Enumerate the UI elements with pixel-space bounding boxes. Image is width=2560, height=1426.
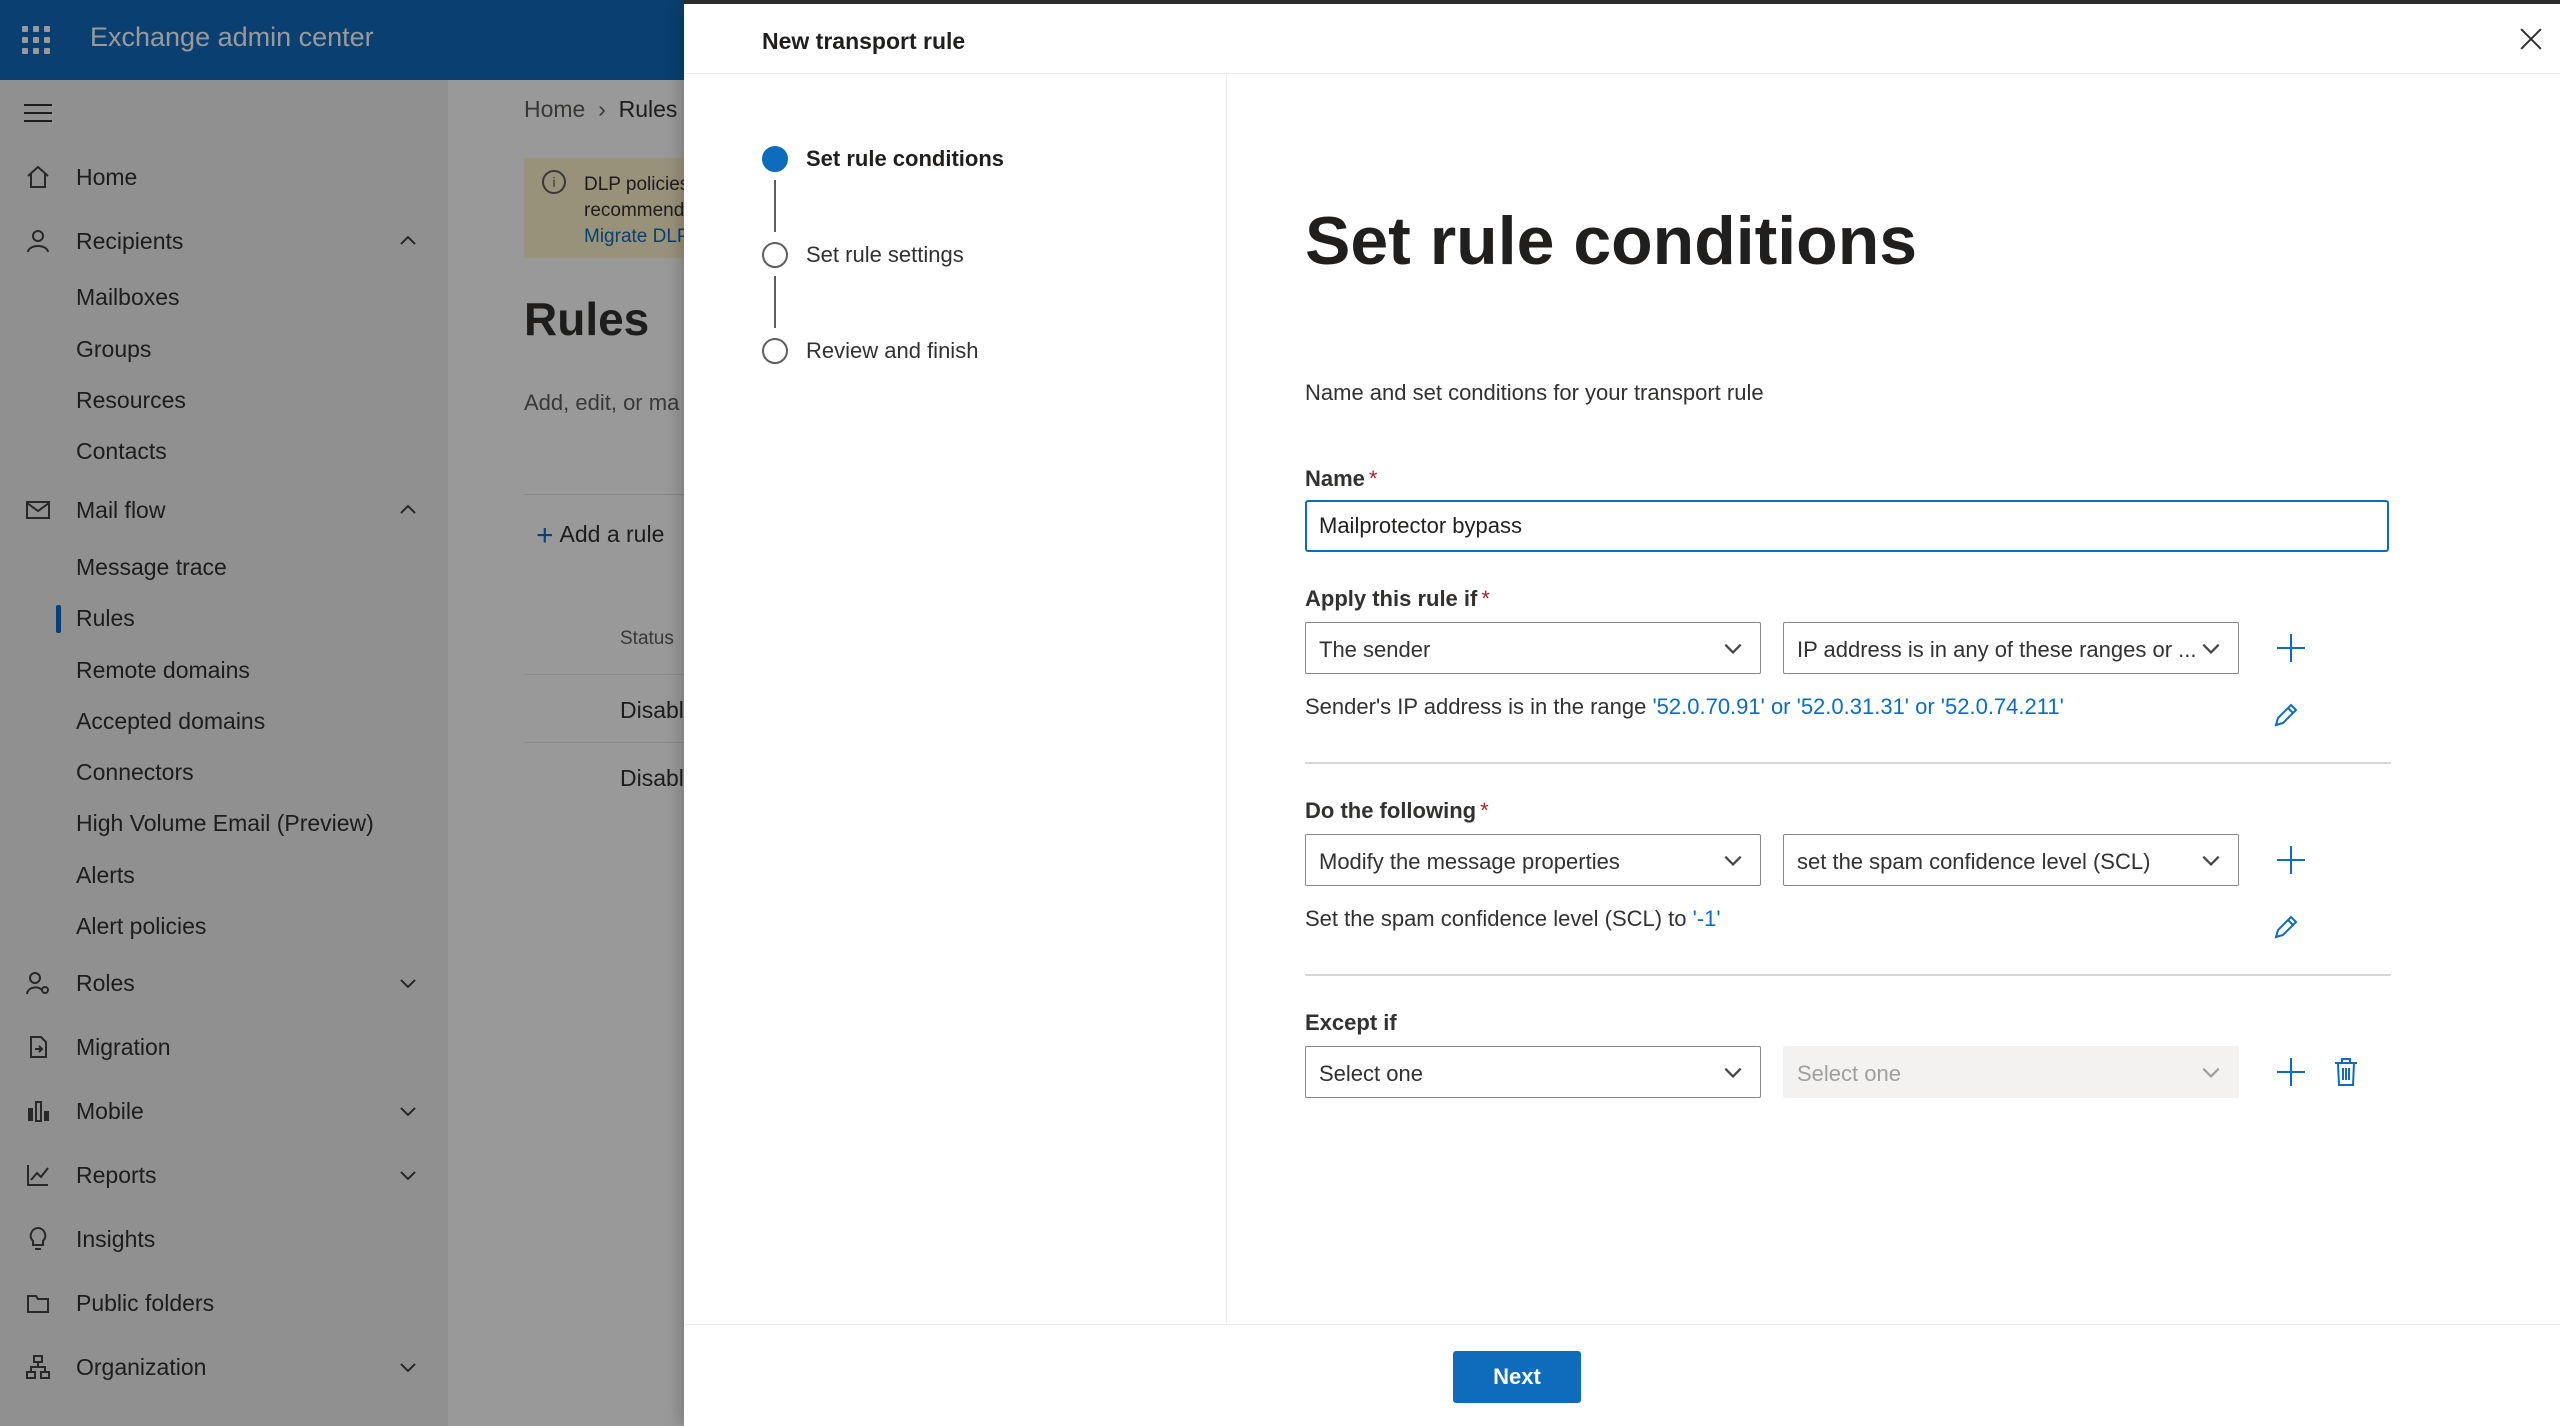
summary-text: Set the spam confidence level (SCL) to	[1305, 906, 1693, 931]
step-dot-icon	[762, 338, 788, 364]
do-following-label: Do the following *	[1305, 798, 1489, 824]
add-exception-plus-icon[interactable]	[2275, 1056, 2307, 1088]
rule-name-input[interactable]	[1305, 500, 2389, 552]
select-value: set the spam confidence level (SCL)	[1797, 849, 2151, 874]
section-divider	[1305, 762, 2391, 764]
except-if-label: Except if	[1305, 1010, 1397, 1035]
chevron-down-icon	[2202, 1067, 2220, 1078]
delete-trash-icon[interactable]	[2331, 1056, 2361, 1088]
step-dot-icon	[762, 242, 788, 268]
close-icon[interactable]	[2516, 24, 2546, 54]
next-button[interactable]: Next	[1453, 1351, 1581, 1403]
chevron-down-icon	[2202, 855, 2220, 866]
apply-label-text: Apply this rule if	[1305, 586, 1478, 611]
ip-ranges-link[interactable]: '52.0.70.91' or '52.0.31.31' or '52.0.74…	[1652, 694, 2063, 719]
scl-value-link[interactable]: '-1'	[1693, 906, 1721, 931]
step-active-dot-icon	[762, 146, 788, 172]
summary-text: Sender's IP address is in the range	[1305, 694, 1653, 719]
form-heading: Set rule conditions	[1305, 203, 1918, 279]
step-connector	[774, 180, 776, 232]
step-label: Review and finish	[806, 338, 979, 363]
action-select[interactable]: Modify the message properties	[1305, 834, 1761, 886]
exception-property-select: Select one	[1783, 1046, 2239, 1098]
panel-header: New transport rule	[684, 4, 2560, 74]
panel-footer: Next	[684, 1324, 2560, 1426]
chevron-down-icon	[1724, 1067, 1742, 1078]
step-connector	[774, 276, 776, 328]
name-label: Name *	[1305, 466, 1377, 492]
step-label: Set rule settings	[806, 242, 964, 267]
step-label: Set rule conditions	[806, 146, 1005, 171]
apply-property-select[interactable]: IP address is in any of these ranges or …	[1783, 622, 2239, 674]
action-summary: Set the spam confidence level (SCL) to '…	[1305, 906, 1721, 932]
name-label-text: Name	[1305, 466, 1365, 491]
apply-condition-summary: Sender's IP address is in the range '52.…	[1305, 694, 2064, 720]
chevron-down-icon	[1724, 855, 1742, 866]
select-value: Select one	[1319, 1061, 1423, 1086]
edit-pencil-icon[interactable]	[2271, 700, 2301, 730]
rule-conditions-form: Set rule conditions Name and set conditi…	[1227, 74, 2560, 1324]
do-label-text: Do the following	[1305, 798, 1477, 823]
panel-title: New transport rule	[762, 28, 966, 54]
section-divider	[1305, 974, 2391, 976]
select-value: Modify the message properties	[1319, 849, 1620, 874]
select-value: IP address is in any of these ranges or …	[1797, 637, 2197, 662]
add-condition-plus-icon[interactable]	[2275, 632, 2307, 664]
edit-pencil-icon[interactable]	[2271, 912, 2301, 942]
exception-select[interactable]: Select one	[1305, 1046, 1761, 1098]
select-value: The sender	[1319, 637, 1431, 662]
form-description: Name and set conditions for your transpo…	[1305, 380, 1764, 405]
apply-rule-label: Apply this rule if *	[1305, 586, 1490, 612]
required-mark: *	[1368, 466, 1378, 491]
action-property-select[interactable]: set the spam confidence level (SCL)	[1783, 834, 2239, 886]
apply-condition-select[interactable]: The sender	[1305, 622, 1761, 674]
select-value: Select one	[1797, 1061, 1901, 1086]
add-action-plus-icon[interactable]	[2275, 844, 2307, 876]
wizard-steps: Set rule conditions Set rule settings Re…	[684, 74, 1227, 1324]
chevron-down-icon	[1724, 643, 1742, 654]
required-mark: *	[1481, 586, 1490, 611]
new-transport-rule-panel: New transport rule Set rule conditions S…	[684, 0, 2560, 1426]
chevron-down-icon	[2202, 643, 2220, 654]
required-mark: *	[1480, 798, 1489, 823]
